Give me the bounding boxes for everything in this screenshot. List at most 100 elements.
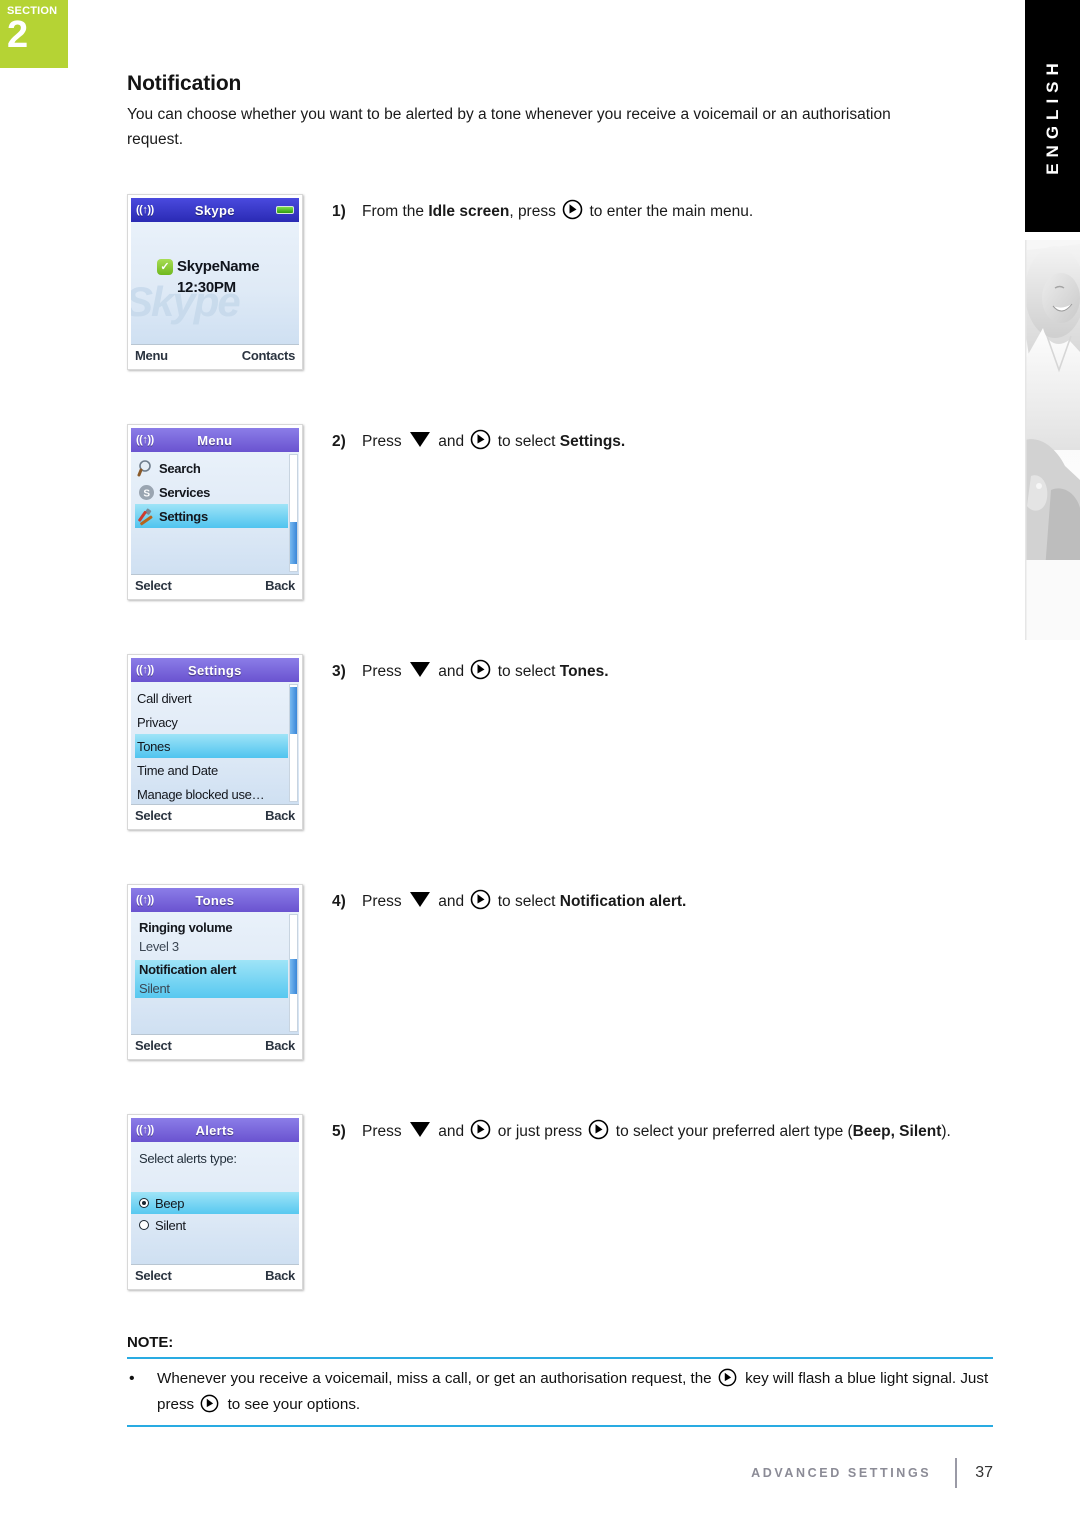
language-tab-label: ENGLISH [1042,57,1062,175]
step-instruction: 3) Press and to select Tones. [332,659,987,685]
softkey-left[interactable]: Select [135,578,172,593]
phone-status-bar: ((↑)) Alerts [131,1118,299,1142]
online-check-icon: ✓ [157,258,173,275]
alerts-prompt: Select alerts type: [139,1151,237,1166]
phone-screen-title: Alerts [195,1122,235,1138]
step-text-bold: Settings. [559,433,626,450]
phone-screen-title: Menu [197,432,233,448]
phone-status-bar: ((↑)) Skype [131,198,299,222]
radio-option-label: Silent [155,1217,186,1233]
setting-pair[interactable]: Ringing volume Level 3 [135,918,288,956]
list-item[interactable]: S Services [135,480,288,504]
list-item-selected[interactable]: Settings [135,504,288,528]
step-text-part-c: to select [493,663,560,680]
radio-option-silent[interactable]: Silent [131,1214,299,1236]
list-item[interactable]: Call divert [135,686,288,710]
right-rail: ENGLISH [1008,0,1080,1527]
note-title: NOTE: [127,1334,174,1351]
steps-list: ((↑)) Skype Skype ✓ SkypeName 12:30PM Me… [127,194,993,1344]
radio-option-beep[interactable]: Beep [131,1192,299,1214]
list-item-selected[interactable]: Tones [135,734,288,758]
softkey-right[interactable]: Back [265,808,295,823]
list-item[interactable]: Privacy [135,710,288,734]
softkey-left[interactable]: Select [135,808,172,823]
phone-status-bar: ((↑)) Menu [131,428,299,452]
joystick-right-key-icon [718,1368,739,1389]
softkey-left[interactable]: Menu [135,348,168,363]
step-text-part-b: and [433,893,469,910]
joystick-right-key-icon [200,1394,221,1415]
step-item: ((↑)) Tones Ringing volume Level 3 Notif… [127,884,993,1114]
scrollbar-thumb[interactable] [290,959,297,994]
list-item-label: Search [159,460,201,476]
phone-screen-body: Search S Services Settings [131,452,299,574]
step-text-part-b: and [433,1123,469,1140]
softkey-right[interactable]: Back [265,1038,295,1053]
phone-screenshot-tones: ((↑)) Tones Ringing volume Level 3 Notif… [127,884,303,1060]
setting-pair-selected[interactable]: Notification alert Silent [135,960,288,998]
joystick-right-key-icon [562,199,583,220]
page-intro: You can choose whether you want to be al… [127,106,891,148]
step-item: ((↑)) Skype Skype ✓ SkypeName 12:30PM Me… [127,194,993,424]
note-text-part-a: Whenever you receive a voicemail, miss a… [157,1370,716,1387]
softkey-right[interactable]: Contacts [242,348,296,363]
step-instruction: 2) Press and to select Settings. [332,429,987,455]
joystick-right-key-icon [470,429,491,450]
joystick-right-key-icon [470,889,491,910]
note-text-part-c: to see your options. [223,1396,361,1413]
softkey-left[interactable]: Select [135,1038,172,1053]
step-text-part-b: and [433,663,469,680]
list-item-label: Call divert [137,690,192,706]
list-item[interactable]: Search [135,456,288,480]
phone-softkey-bar: Select Back [131,574,299,596]
main-content: Notification You can choose whether you … [127,0,993,1344]
tones-list: Ringing volume Level 3 Notification aler… [131,912,288,1034]
softkey-right[interactable]: Back [265,1268,295,1283]
decorative-photo [1025,240,1080,640]
phone-screen-title: Skype [194,202,235,218]
settings-list: Call divert Privacy Tones Time and Date … [131,682,288,804]
radio-selected-icon [139,1198,149,1208]
step-text-part-d: to enter the main menu. [585,203,754,220]
phone-softkey-bar: Menu Contacts [131,344,299,366]
scrollbar[interactable] [289,684,298,802]
scrollbar-thumb[interactable] [290,687,297,734]
phone-softkey-bar: Select Back [131,1034,299,1056]
step-text-part-a: Press [362,1123,406,1140]
step-text-bold: Idle screen [428,203,510,220]
step-text-part-b: and [433,433,469,450]
footer-divider [955,1458,958,1488]
step-instruction: 4) Press and to select Notification aler… [332,889,987,915]
joystick-right-key-icon [588,1119,609,1140]
menu-list: Search S Services Settings [131,452,288,574]
photo-woman-smiling-icon [1025,240,1080,640]
list-item-label: Tones [137,738,171,754]
step-text-part-a: Press [362,663,406,680]
page-number: 37 [975,1464,993,1481]
setting-name: Notification alert [139,962,237,977]
phone-screen-body: Select alerts type: Beep Silent [131,1142,299,1264]
scrollbar[interactable] [289,454,298,572]
scrollbar[interactable] [289,914,298,1032]
phone-screen-title: Tones [195,892,235,908]
step-text-part-a: From the [362,203,429,220]
step-item: ((↑)) Settings Call divert Privacy Tones… [127,654,993,884]
step-text-bold: Tones. [559,663,609,680]
list-item-label: Services [159,484,211,500]
step-text-part-c: to select [493,433,560,450]
battery-icon [276,206,294,214]
step-text-part-d: to select your preferred alert type ( [611,1123,853,1140]
phone-status-bar: ((↑)) Tones [131,888,299,912]
softkey-left[interactable]: Select [135,1268,172,1283]
joystick-right-key-icon [470,659,491,680]
phone-screenshot-menu: ((↑)) Menu Search S Services Settings Se… [127,424,303,600]
list-item-label: Settings [159,508,208,524]
softkey-right[interactable]: Back [265,578,295,593]
list-item[interactable]: Time and Date [135,758,288,782]
scrollbar-thumb[interactable] [290,522,297,565]
phone-screen-body: Call divert Privacy Tones Time and Date … [131,682,299,804]
navigate-down-key-icon [409,892,430,907]
list-item[interactable]: Manage blocked use… [135,782,288,804]
step-number: 3) [332,663,346,680]
radio-unselected-icon [139,1220,149,1230]
